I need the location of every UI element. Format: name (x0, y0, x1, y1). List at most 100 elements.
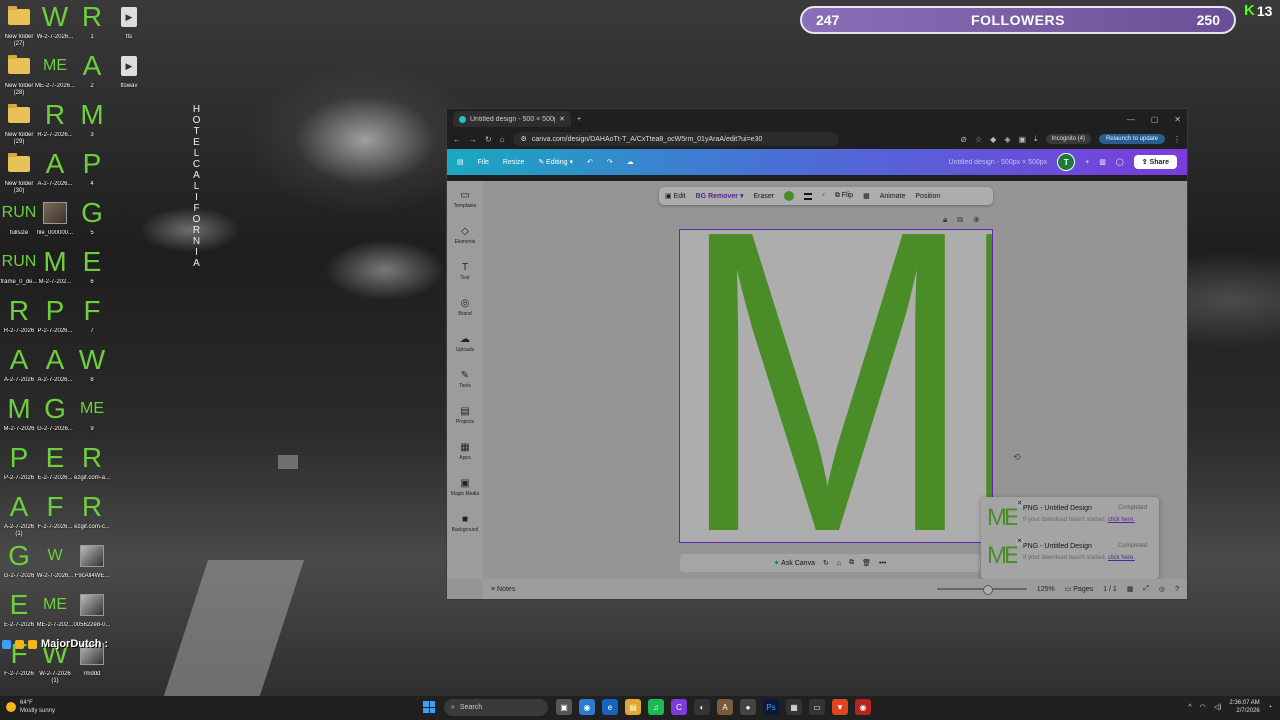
eraser-button[interactable]: Eraser (754, 193, 775, 200)
undo-icon[interactable]: ↶ (587, 158, 593, 166)
edge-icon[interactable]: e (602, 699, 618, 715)
extension-icon[interactable]: ◈ (1004, 135, 1010, 144)
canva-app-icon[interactable]: C (671, 699, 687, 715)
lock-icon[interactable]: ⌂ (837, 560, 841, 567)
tray-chevron-icon[interactable]: ^ (1188, 704, 1191, 711)
app-icon[interactable]: ◉ (855, 699, 871, 715)
sidebar-item-background[interactable]: ■ Background (447, 505, 483, 541)
weather-widget[interactable]: 64°F Mostly sunny (6, 699, 55, 715)
sidebar-item-projects[interactable]: ▤ Projects (447, 397, 483, 433)
desktop-icon[interactable]: G5 (69, 196, 115, 237)
bookmark-star-icon[interactable]: ☆ (975, 135, 982, 144)
desktop-icon[interactable]: F7 (69, 294, 115, 335)
pages-button[interactable]: ▭ Pages (1065, 585, 1093, 593)
menu-kebab-icon[interactable]: ⋮ (1173, 135, 1181, 144)
brave-icon[interactable]: ▼ (832, 699, 848, 715)
border-style-icon[interactable] (804, 192, 813, 200)
desktop-icon[interactable]: M3 (69, 98, 115, 139)
task-view-icon[interactable]: ▣ (556, 699, 572, 715)
app-icon[interactable]: A (717, 699, 733, 715)
page-count[interactable]: 1 / 1 (1103, 586, 1117, 593)
file-menu[interactable]: File (478, 159, 489, 166)
transparency-icon[interactable]: ▦ (863, 192, 870, 200)
desktop-icon[interactable]: 005622e8-0... (69, 588, 115, 629)
clock[interactable]: 2:36:07 AM 2/7/2026 (1229, 699, 1259, 715)
more-icon[interactable]: ••• (879, 560, 886, 567)
zoom-handle[interactable] (982, 585, 993, 595)
app-icon[interactable]: ◐ (694, 699, 710, 715)
download-icon[interactable]: ⤓ (1034, 134, 1038, 144)
desktop-icon[interactable]: ▶ tts (106, 0, 152, 41)
photoshop-icon[interactable]: Ps (763, 699, 779, 715)
sidebar-item-magic-media[interactable]: ▣ Magic Media (447, 469, 483, 505)
minimize-icon[interactable]: — (1127, 115, 1135, 124)
add-collaborator-icon[interactable]: + (1085, 159, 1089, 166)
app-icon[interactable]: ▦ (786, 699, 802, 715)
back-icon[interactable]: ← (453, 135, 461, 144)
help-icon[interactable]: ? (1175, 586, 1179, 593)
extension-icon[interactable]: ◆ (990, 135, 996, 144)
sidebar-item-apps[interactable]: ▦ Apps (447, 433, 483, 469)
position-button[interactable]: Position (915, 193, 940, 200)
sidebar-item-templates[interactable]: ▭ Templates (447, 181, 483, 217)
eye-off-icon[interactable]: ⊘ (960, 135, 967, 144)
animate-button[interactable]: Animate (880, 193, 906, 200)
close-tab-icon[interactable]: ✕ (559, 115, 565, 123)
sidebar-item-tools[interactable]: ✎ Tools (447, 361, 483, 397)
zoom-level[interactable]: 125% (1037, 586, 1055, 593)
zoom-slider[interactable] (936, 585, 1027, 595)
terminal-icon[interactable]: ▭ (809, 699, 825, 715)
site-info-icon[interactable]: ⚙ (521, 135, 527, 143)
maximize-icon[interactable]: ▢ (1151, 115, 1159, 124)
desktop-icon[interactable]: F9cAll4WE... (69, 539, 115, 580)
sidebar-item-text[interactable]: T Text (447, 253, 483, 289)
design-title[interactable]: Untitled design - 500px × 500px (949, 159, 1048, 166)
duplicate-icon[interactable]: ⧉ (849, 559, 854, 567)
forward-icon[interactable]: → (469, 135, 477, 144)
taskbar-search[interactable]: ⌕ Search (444, 699, 548, 716)
file-explorer-icon[interactable]: ▤ (625, 699, 641, 715)
canvas-image-me[interactable]: ME (680, 212, 992, 552)
incognito-badge[interactable]: Incognito (4) (1045, 134, 1091, 144)
comment-icon[interactable]: ◯ (1116, 158, 1124, 166)
design-page[interactable]: ME (679, 212, 993, 552)
fullscreen-icon[interactable]: ⤢ (1143, 585, 1149, 593)
bg-remover-button[interactable]: BG Remover ▾ (696, 192, 744, 200)
redo-icon[interactable]: ↷ (607, 158, 613, 166)
address-bar[interactable]: ⚙ canva.com/design/DAHAoTt-T_A/CxTtea8_o… (512, 132, 839, 146)
color-swatch[interactable] (784, 191, 795, 201)
desktop-icon[interactable]: P4 (69, 147, 115, 188)
reload-icon[interactable]: ↻ (485, 135, 492, 144)
desktop-icon[interactable]: Rezgif.com-a... (69, 441, 115, 482)
obs-icon[interactable]: ● (740, 699, 756, 715)
insights-chart-icon[interactable]: ▥ (1099, 158, 1106, 166)
extensions-puzzle-icon[interactable]: ▣ (1018, 135, 1026, 144)
desktop-icon[interactable]: W8 (69, 343, 115, 384)
grid-view-icon[interactable]: ▦ (1127, 585, 1134, 593)
avatar[interactable]: T (1057, 153, 1076, 171)
windows-start-icon[interactable] (423, 701, 435, 713)
spotify-icon[interactable]: ♫ (648, 699, 664, 715)
relaunch-button[interactable]: Relaunch to update (1098, 134, 1165, 144)
corner-rounding-icon[interactable]: ◜ (822, 192, 825, 200)
click-here-link[interactable]: click here. (1108, 555, 1135, 561)
delete-icon[interactable]: 🗑︎ (862, 559, 871, 567)
resize-menu[interactable]: Resize (503, 159, 524, 166)
wifi-icon[interactable]: ◠ (1200, 703, 1206, 711)
click-here-link[interactable]: click here. (1108, 517, 1135, 523)
check-icon[interactable]: ◎ (1159, 585, 1165, 593)
notification-bell-icon[interactable]: ◔ (1268, 704, 1272, 711)
refresh-icon[interactable]: ↻ (823, 559, 829, 567)
editing-mode-menu[interactable]: ✎ Editing ▾ (538, 158, 573, 166)
close-window-icon[interactable]: ✕ (1174, 115, 1181, 124)
sidebar-item-uploads[interactable]: ☁ Uploads (447, 325, 483, 361)
ask-canva-button[interactable]: ✦ Ask Canva (774, 559, 815, 567)
notes-button[interactable]: ≡ Notes (491, 586, 515, 593)
cloud-save-icon[interactable]: ☁ (627, 158, 634, 166)
new-tab-icon[interactable]: + (577, 116, 581, 123)
flip-button[interactable]: ⧉ Flip (835, 192, 853, 200)
share-button[interactable]: ⇪ Share (1133, 155, 1177, 169)
sidebar-toggle-icon[interactable]: ▤ (457, 158, 464, 166)
sidebar-item-elements[interactable]: ◇ Elements (447, 217, 483, 253)
sidebar-item-brand[interactable]: ◎ Brand (447, 289, 483, 325)
